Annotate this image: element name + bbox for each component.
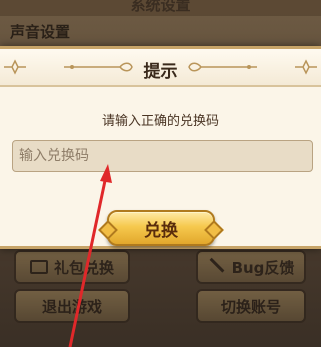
corner-ornament-icon <box>295 59 317 75</box>
dialog-header: 提示 <box>0 49 321 87</box>
gift-redeem-button[interactable]: 礼包兑换 <box>14 250 130 284</box>
settings-title: 系统设置 <box>130 0 191 14</box>
sound-settings-label: 声音设置 <box>10 23 71 41</box>
gift-redeem-label: 礼包兑换 <box>53 258 114 277</box>
dialog-message: 请输入正确的兑换码 <box>101 114 219 129</box>
redeem-code-input[interactable] <box>12 140 313 172</box>
quit-game-label: 退出游戏 <box>41 297 102 316</box>
ornament-flourish-icon <box>188 62 257 72</box>
dialog-title: 提示 <box>143 62 178 82</box>
redeem-confirm-label: 兑换 <box>144 220 178 241</box>
redeem-code-dialog: 提示 请输入正确的兑换码 兑换 <box>0 46 321 249</box>
wrench-icon <box>208 258 226 276</box>
switch-account-button[interactable]: 切换账号 <box>196 289 306 323</box>
gift-icon <box>29 260 48 274</box>
switch-account-label: 切换账号 <box>220 297 281 316</box>
bug-report-button[interactable]: Bug反馈 <box>196 250 306 284</box>
bug-report-label: Bug反馈 <box>231 258 295 277</box>
quit-game-button[interactable]: 退出游戏 <box>14 289 130 323</box>
redeem-confirm-button[interactable]: 兑换 <box>107 210 215 246</box>
